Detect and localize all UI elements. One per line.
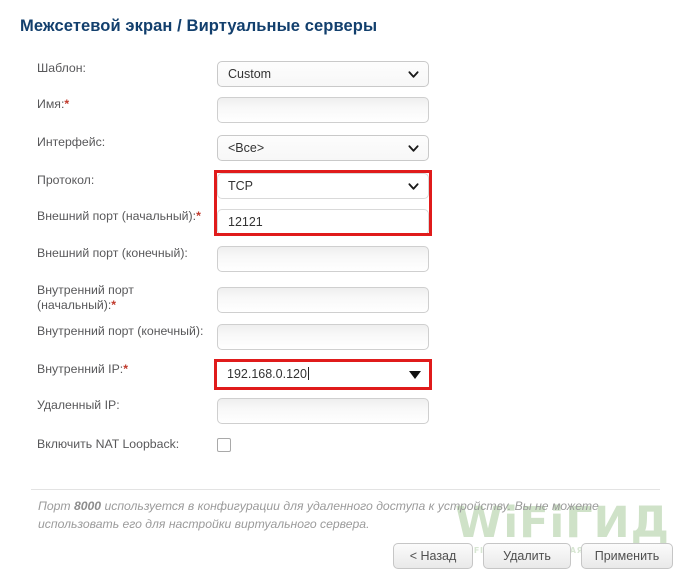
form-row-protocol: Протокол: TCP xyxy=(0,173,691,201)
label-internal-port-end-text: Внутренний порт (конечный): xyxy=(37,324,204,338)
note-part1: Порт xyxy=(38,499,74,513)
form-row-remote-ip: Удаленный IP: xyxy=(0,398,691,426)
label-template: Шаблон: xyxy=(37,61,212,76)
virtual-servers-form-page: Межсетевой экран / Виртуальные серверы Ш… xyxy=(0,0,691,577)
select-protocol-value: TCP xyxy=(228,179,253,193)
label-nat-loopback: Включить NAT Loopback: xyxy=(37,437,217,452)
label-remote-ip-text: Удаленный IP: xyxy=(37,398,120,412)
select-protocol[interactable]: TCP xyxy=(217,173,429,199)
footer-divider xyxy=(31,489,660,490)
label-external-port-end-text: Внешний порт (конечный): xyxy=(37,246,188,260)
form-row-template: Шаблон: Custom xyxy=(0,61,691,89)
form-row-external-port-end: Внешний порт (конечный): xyxy=(0,246,691,274)
label-internal-ip-text: Внутренний IP: xyxy=(37,362,124,376)
select-template-value: Custom xyxy=(228,67,272,81)
required-asterisk: * xyxy=(123,362,129,376)
note-port-number: 8000 xyxy=(73,499,102,513)
label-external-port-start-text: Внешний порт (начальный): xyxy=(37,209,197,223)
label-remote-ip: Удаленный IP: xyxy=(37,398,212,413)
form-row-interface: Интерфейс: <Все> xyxy=(0,135,691,163)
combo-internal-ip[interactable]: 192.168.0.120 xyxy=(217,362,429,388)
triangle-down-icon[interactable] xyxy=(409,371,421,379)
label-interface: Интерфейс: xyxy=(37,135,212,150)
required-asterisk: * xyxy=(111,298,117,312)
form-row-name: Имя:* xyxy=(0,97,691,125)
select-interface-value: <Все> xyxy=(228,141,265,155)
input-name[interactable] xyxy=(217,97,429,123)
input-internal-port-start[interactable] xyxy=(217,287,429,313)
input-external-port-start[interactable]: 12121 xyxy=(217,209,429,235)
delete-button[interactable]: Удалить xyxy=(483,543,571,569)
page-title: Межсетевой экран / Виртуальные серверы xyxy=(20,17,378,35)
form-row-internal-port-end: Внутренний порт (конечный): xyxy=(0,324,691,352)
combo-internal-ip-value: 192.168.0.120 xyxy=(227,367,307,381)
label-template-text: Шаблон: xyxy=(37,61,86,75)
label-name: Имя:* xyxy=(37,97,212,112)
label-internal-ip: Внутренний IP:* xyxy=(37,362,212,377)
form-row-internal-port-start: Внутренний порт (начальный):* xyxy=(0,283,691,323)
select-interface[interactable]: <Все> xyxy=(217,135,429,161)
label-name-text: Имя: xyxy=(37,97,65,111)
form-row-internal-ip: Внутренний IP:* 192.168.0.120 xyxy=(0,362,691,390)
form-row-external-port-start: Внешний порт (начальный):* 12121 xyxy=(0,209,691,237)
text-cursor xyxy=(307,367,309,380)
input-external-port-end[interactable] xyxy=(217,246,429,272)
label-protocol: Протокол: xyxy=(37,173,212,188)
label-internal-port-end: Внутренний порт (конечный): xyxy=(37,324,212,339)
required-asterisk: * xyxy=(196,209,201,223)
required-asterisk: * xyxy=(64,97,70,111)
label-external-port-start: Внешний порт (начальный):* xyxy=(37,209,212,224)
checkbox-nat-loopback[interactable] xyxy=(217,438,231,452)
input-remote-ip[interactable] xyxy=(217,398,429,424)
form-row-nat-loopback: Включить NAT Loopback: xyxy=(0,437,691,465)
label-internal-port-start-text: Внутренний порт (начальный): xyxy=(37,283,134,312)
back-button[interactable]: < Назад xyxy=(393,543,473,569)
input-internal-port-end[interactable] xyxy=(217,324,429,350)
apply-button[interactable]: Применить xyxy=(581,543,673,569)
input-external-port-start-value: 12121 xyxy=(228,215,263,229)
note-part2: используется в конфигурации для удаленно… xyxy=(38,499,599,531)
label-protocol-text: Протокол: xyxy=(37,173,95,187)
chevron-down-icon xyxy=(408,71,419,78)
footer-note: Порт 8000 используется в конфигурации дл… xyxy=(38,497,613,533)
label-internal-port-start: Внутренний порт (начальный):* xyxy=(37,283,187,313)
select-template[interactable]: Custom xyxy=(217,61,429,87)
chevron-down-icon xyxy=(408,145,419,152)
label-external-port-end: Внешний порт (конечный): xyxy=(37,246,212,261)
label-interface-text: Интерфейс: xyxy=(37,135,106,149)
label-nat-loopback-text: Включить NAT Loopback: xyxy=(37,437,180,451)
chevron-down-icon xyxy=(408,183,419,190)
